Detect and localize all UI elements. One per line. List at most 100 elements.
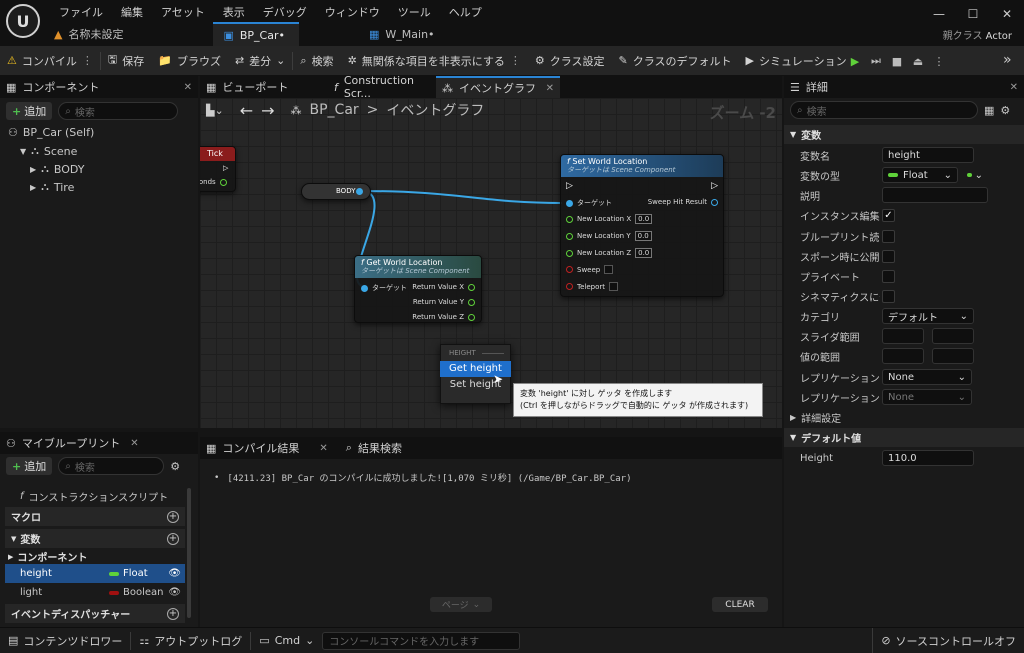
compile-button[interactable]: ⚠ コンパイル ⋮	[0, 46, 100, 76]
menu-debug[interactable]: デバッグ	[254, 4, 316, 20]
var-name-input[interactable]: height	[882, 147, 974, 163]
default-value-section-header[interactable]: ▼ デフォルト値	[784, 428, 1024, 447]
grid-view-icon[interactable]: ▦	[984, 104, 994, 117]
details-search-input[interactable]: ⌕ 検索	[790, 101, 978, 119]
unreal-logo-icon[interactable]: U	[6, 4, 40, 38]
return-y-pin[interactable]: Return Value Y	[413, 298, 475, 306]
return-x-pin[interactable]: Return Value X	[412, 283, 475, 291]
new-location-z-pin[interactable]: New Location Z 0.0	[566, 248, 653, 258]
var-type-dropdown[interactable]: Float ⌄	[882, 167, 958, 183]
instance-editable-checkbox[interactable]: ✓	[882, 208, 895, 222]
menu-window[interactable]: ウィンドウ	[316, 4, 389, 20]
new-location-x-pin[interactable]: New Location X 0.0	[566, 214, 653, 224]
class-defaults-button[interactable]: ✎ クラスのデフォルト	[612, 46, 739, 76]
variable-row-height[interactable]: height Float 👁	[5, 564, 185, 583]
more-icon[interactable]: ⋮	[82, 54, 93, 67]
body-variable-node[interactable]: BODY	[301, 183, 371, 200]
console-input[interactable]: コンソールコマンドを入力します	[322, 631, 521, 650]
event-graph-canvas[interactable]: ▙⌄ ← → ⁂ BP_Car > イベントグラフ ズーム -2 Tick ▷ …	[200, 98, 782, 428]
eye-icon[interactable]: 👁	[168, 568, 181, 579]
menu-help[interactable]: ヘルプ	[440, 4, 491, 20]
sweep-hit-result-pin[interactable]: Sweep Hit Result	[648, 198, 718, 206]
find-button[interactable]: ⌕ 検索	[293, 46, 340, 76]
return-z-pin[interactable]: Return Value Z	[412, 313, 475, 321]
more-icon[interactable]: ⋮	[930, 50, 948, 72]
close-icon[interactable]: ✕	[319, 443, 327, 454]
exec-in-pin[interactable]: ▷	[566, 181, 573, 191]
components-category[interactable]: ▶ コンポーネント	[8, 549, 87, 565]
tick-event-node[interactable]: Tick ▷ conds	[200, 146, 236, 192]
tab-construction-script[interactable]: f Construction Scr...	[328, 74, 436, 100]
tab-level[interactable]: ▲ 名称未設定	[44, 22, 137, 46]
stop-icon[interactable]: ■	[888, 50, 906, 72]
variable-row-light[interactable]: light Boolean 👁	[5, 583, 185, 602]
tree-item-self[interactable]: ⚇ BP_Car (Self)	[8, 126, 94, 139]
components-tab[interactable]: ▦ コンポーネント ✕	[0, 76, 198, 98]
category-combo[interactable]: デフォルト ⌄	[882, 308, 974, 324]
close-icon[interactable]: ✕	[184, 82, 192, 93]
chevron-down-icon[interactable]: ▼	[20, 147, 26, 156]
my-blueprint-tab[interactable]: ⚇ マイブループリント ✕	[0, 432, 198, 454]
value-min-input[interactable]	[882, 348, 924, 364]
eye-icon[interactable]: 👁	[168, 587, 181, 598]
menu-edit[interactable]: 編集	[112, 4, 152, 20]
scrollbar[interactable]	[187, 488, 191, 618]
my-blueprint-search-input[interactable]: ⌕ 検索	[58, 457, 165, 475]
tab-compile-results[interactable]: ▦ コンパイル結果 ✕	[206, 440, 328, 456]
container-type-dropdown[interactable]: ⌄	[962, 167, 988, 183]
eject-icon[interactable]: ⏏	[909, 50, 927, 72]
exec-out-pin[interactable]: ▷	[223, 164, 228, 172]
output-pin[interactable]	[356, 188, 363, 195]
page-button[interactable]: ページ ⌄	[430, 597, 492, 612]
parent-class-value[interactable]: Actor	[986, 31, 1012, 42]
add-variable-icon[interactable]: +	[167, 532, 179, 545]
hide-unrelated-button[interactable]: ✲ 無関係な項目を非表示にする ⋮	[341, 46, 528, 76]
blueprint-readonly-checkbox[interactable]	[882, 229, 895, 243]
details-tab[interactable]: ☰ 詳細 ✕	[784, 76, 1024, 98]
chevron-right-icon[interactable]: ▶	[30, 165, 36, 174]
menu-file[interactable]: ファイル	[50, 4, 112, 20]
cmd-button[interactable]: ▭ Cmd ⌄	[251, 628, 322, 653]
class-settings-button[interactable]: ⚙ クラス設定	[528, 46, 612, 76]
pin-value-input[interactable]: 0.0	[634, 231, 652, 241]
teleport-pin[interactable]: Teleport	[566, 282, 618, 291]
get-world-location-node[interactable]: f Get World Location ターゲットは Scene Compon…	[354, 255, 482, 323]
exec-out-pin[interactable]: ▷	[711, 181, 718, 191]
construction-script-item[interactable]: f コンストラクションスクリプト	[20, 489, 168, 504]
delta-seconds-pin[interactable]: conds	[200, 178, 227, 186]
tab-w-main[interactable]: ▦ W_Main•	[359, 22, 449, 46]
cinematics-checkbox[interactable]	[882, 289, 895, 303]
target-pin[interactable]: ターゲット	[566, 198, 612, 208]
content-drawer-button[interactable]: ▤ コンテンツドロワー	[0, 628, 130, 653]
tree-item-scene[interactable]: ▼ ⛬ Scene	[20, 144, 77, 158]
expand-toolbar-icon[interactable]: »	[1003, 52, 1012, 68]
chevron-right-icon[interactable]: ▶	[30, 183, 36, 192]
close-icon[interactable]: ✕	[546, 83, 554, 94]
value-max-input[interactable]	[932, 348, 974, 364]
pin-value-input[interactable]: 0.0	[635, 248, 653, 258]
macros-section[interactable]: マクロ +	[5, 507, 185, 526]
description-input[interactable]	[882, 187, 988, 203]
slider-min-input[interactable]	[882, 328, 924, 344]
add-macro-icon[interactable]: +	[167, 510, 179, 523]
replication-dropdown[interactable]: None ⌄	[882, 369, 972, 385]
play-icon[interactable]: ▶	[846, 50, 864, 72]
add-member-button[interactable]: + 追加	[6, 457, 53, 475]
teleport-checkbox[interactable]	[609, 282, 618, 291]
step-icon[interactable]: ⏭	[867, 50, 885, 72]
slider-max-input[interactable]	[932, 328, 974, 344]
advanced-settings-row[interactable]: ▶ 詳細設定	[784, 407, 1024, 427]
variables-section-header[interactable]: ▼ 変数	[784, 125, 1024, 144]
browse-button[interactable]: 📁 ブラウズ	[151, 46, 228, 76]
variables-section[interactable]: ▼ 変数 +	[5, 529, 185, 548]
close-icon[interactable]: ✕	[1010, 82, 1018, 93]
menu-asset[interactable]: アセット	[152, 4, 214, 20]
output-log-button[interactable]: ⚏ アウトプットログ	[131, 628, 250, 653]
close-icon[interactable]: ✕	[990, 7, 1024, 21]
sweep-pin[interactable]: Sweep	[566, 265, 614, 274]
menu-tools[interactable]: ツール	[389, 4, 440, 20]
save-button[interactable]: 🖫 保存	[101, 46, 151, 76]
maximize-icon[interactable]: ☐	[956, 7, 990, 21]
add-dispatcher-icon[interactable]: +	[167, 607, 179, 620]
menu-view[interactable]: 表示	[214, 4, 254, 20]
